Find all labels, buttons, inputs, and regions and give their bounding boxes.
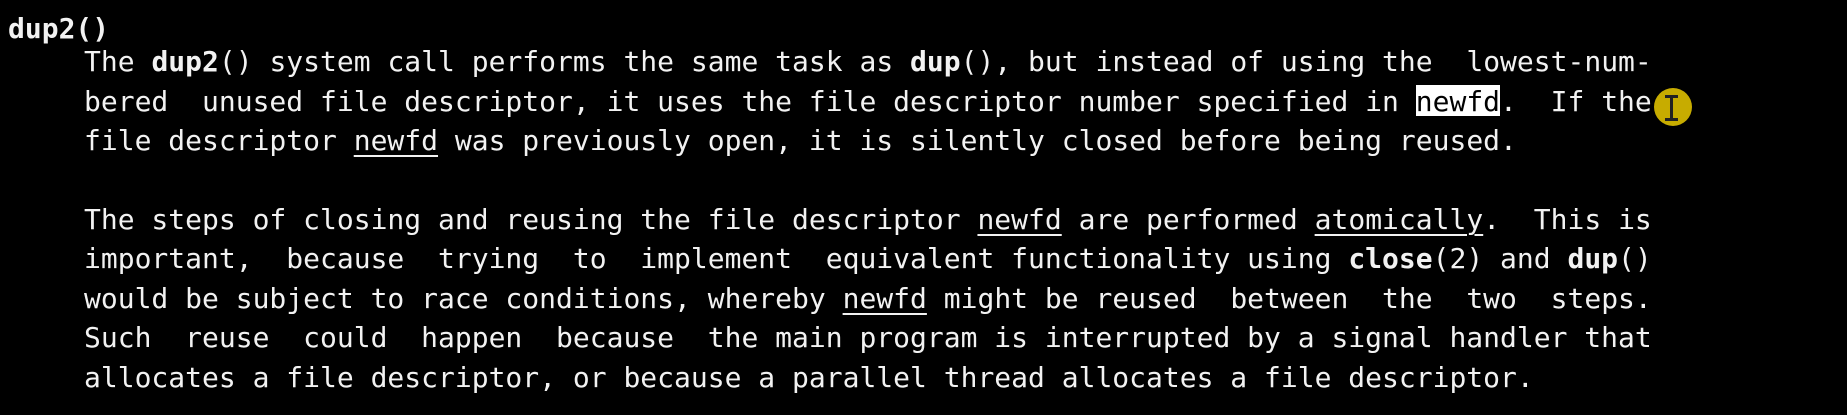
text: (2) and [1432,242,1568,275]
paragraph2-line2: important, because trying to implement e… [84,239,1652,279]
text-cursor-icon [1654,88,1692,126]
paragraph1-line3: file descriptor newfd was previously ope… [84,121,1517,161]
bold-command-dup2: dup2 [151,45,219,78]
text: () system call performs the same task as [218,45,911,78]
terminal-window[interactable]: dup2 () The dup2() system call performs t… [0,0,1847,415]
underlined-term-newfd: newfd [842,282,927,315]
text: important, because trying to implement e… [84,242,1349,275]
text: The steps of closing and reusing the fil… [84,203,978,236]
text: . If the [1500,85,1652,118]
text: was previously open, it is silently clos… [438,124,1517,157]
text: file descriptor [84,124,354,157]
bold-command-close: close [1348,242,1433,275]
paragraph2-line5: allocates a file descriptor, or because … [84,358,1534,398]
text: () [1618,242,1652,275]
text: The [84,45,152,78]
text: . This is [1483,203,1652,236]
underlined-term-atomically: atomically [1314,203,1484,236]
text: bered unused file descriptor, it uses th… [84,85,1416,118]
bold-command-dup: dup [1567,242,1619,275]
text: would be subject to race conditions, whe… [84,282,843,315]
paragraph2-line1: The steps of closing and reusing the fil… [84,200,1652,240]
bold-command-dup: dup [910,45,961,78]
text: are performed [1061,203,1315,236]
selected-term-newfd[interactable]: newfd [1415,85,1501,118]
paragraph2-line3: would be subject to race conditions, whe… [84,279,1652,319]
text: Such reuse could happen because the main… [84,321,1652,354]
text: allocates a file descriptor, or because … [84,361,1534,394]
text: might be reused between the two steps. [926,282,1652,315]
underlined-term-newfd: newfd [977,203,1062,236]
paragraph2-line4: Such reuse could happen because the main… [84,318,1652,358]
paragraph1-line1: The dup2() system call performs the same… [84,42,1652,82]
text: (), but instead of using the lowest-num‐ [960,45,1652,78]
underlined-term-newfd: newfd [353,124,439,157]
paragraph1-line2: bered unused file descriptor, it uses th… [84,82,1652,122]
